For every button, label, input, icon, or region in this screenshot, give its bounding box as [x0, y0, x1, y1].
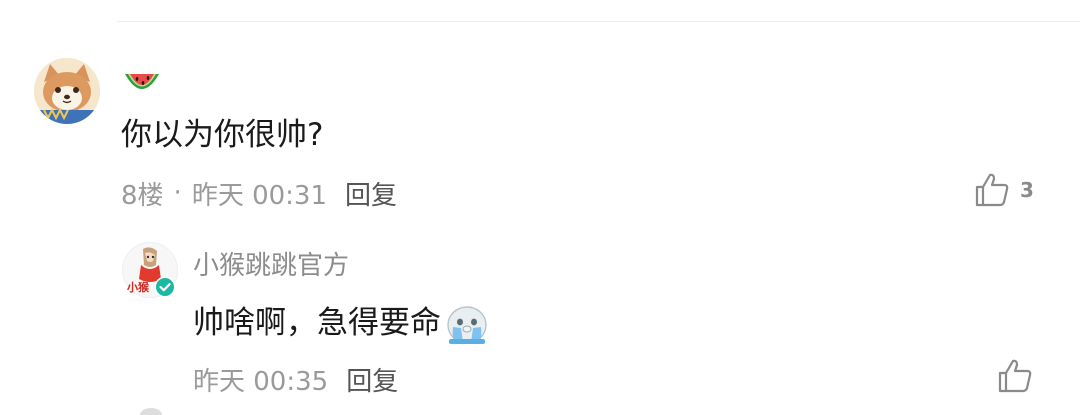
shiba-avatar-icon — [34, 58, 100, 124]
floor-number: 8楼 — [121, 180, 164, 211]
like-button[interactable]: 3 — [972, 170, 1034, 210]
next-avatar-peek — [140, 408, 162, 415]
comment-meta: 8楼 · 昨天 00:31 回复 — [121, 173, 397, 213]
avatar-caption: 小猴 — [127, 281, 149, 294]
reply-button[interactable]: 回复 — [345, 175, 397, 212]
watermelon-icon — [122, 66, 162, 100]
thumbs-up-icon — [975, 173, 1009, 207]
reply-author-name[interactable]: 小猴跳跳官方 — [193, 247, 349, 285]
meta-separator: · — [173, 178, 182, 208]
reply-button[interactable]: 回复 — [346, 361, 398, 398]
divider — [117, 21, 1080, 22]
reply-text-content: 帅啥啊，急得要命 — [193, 305, 441, 341]
verified-badge-icon — [154, 276, 176, 298]
reply-timestamp: 昨天 00:35 — [193, 366, 329, 397]
reply-text: 帅啥啊，急得要命 — [193, 301, 491, 345]
avatar[interactable] — [34, 58, 100, 124]
thumbs-up-icon — [998, 359, 1032, 393]
comment-text: 你以为你很帅? — [121, 117, 324, 153]
reply-like-button[interactable] — [995, 356, 1035, 396]
like-count: 3 — [1020, 178, 1034, 202]
crying-seal-emoji — [447, 306, 487, 344]
reply-meta: 昨天 00:35 回复 — [193, 359, 398, 399]
timestamp: 昨天 00:31 — [191, 180, 328, 211]
comment-thread: 你以为你很帅? 8楼 · 昨天 00:31 回复 3 小猴 小猴跳跳官方 帅啥啊… — [0, 0, 1080, 415]
